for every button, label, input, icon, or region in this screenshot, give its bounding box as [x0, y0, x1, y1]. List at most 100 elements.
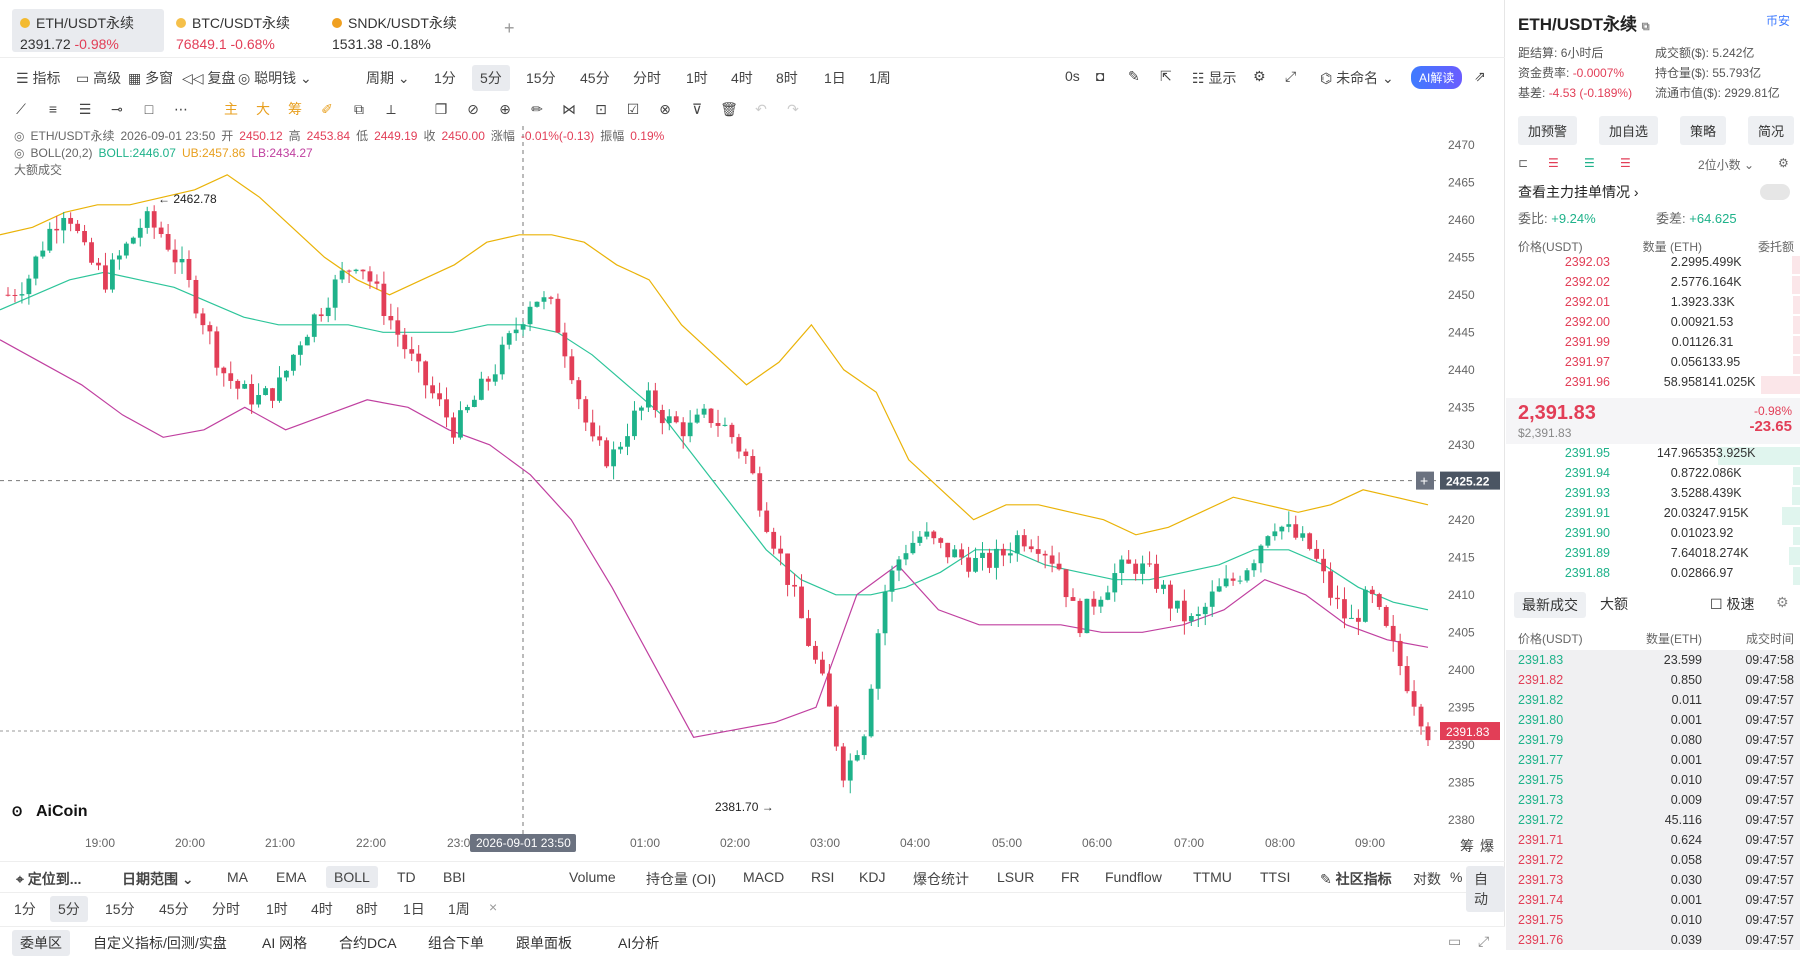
ind-fr[interactable]: FR: [1061, 869, 1080, 885]
advanced-button[interactable]: ▭ 高级: [76, 68, 121, 88]
delete-icon[interactable]: 🗑: [720, 100, 738, 118]
percent-toggle[interactable]: %: [1450, 869, 1462, 885]
ind-ttmu[interactable]: TTMU: [1193, 869, 1232, 885]
interval-1d[interactable]: 1日: [824, 68, 846, 88]
tab-eth[interactable]: ETH/USDT永续 2391.72 -0.98%: [12, 9, 164, 52]
ind-macd[interactable]: MACD: [743, 869, 784, 885]
measure-icon[interactable]: ⟂: [382, 100, 400, 118]
book-row[interactable]: 2392.01 1.392 3.33K: [1506, 295, 1800, 315]
book-settings-icon[interactable]: ⚙: [1778, 156, 1789, 170]
log-toggle[interactable]: 对数: [1413, 869, 1441, 889]
book-both-icon[interactable]: ☰: [1548, 156, 1559, 170]
book-row[interactable]: 2392.03 2.299 5.499K: [1506, 255, 1800, 275]
horizontal-line-icon[interactable]: ⊸: [108, 100, 126, 118]
link-icon[interactable]: ⊗: [656, 100, 674, 118]
add-alert-button[interactable]: 加预警: [1518, 116, 1578, 145]
bottom-interval-1m[interactable]: 1分: [14, 899, 36, 919]
interval-5m[interactable]: 5分: [472, 65, 510, 91]
ind-bbi[interactable]: BBI: [443, 869, 466, 885]
tab-ai-grid[interactable]: AI 网格: [262, 933, 307, 953]
ind-lsur[interactable]: LSUR: [997, 869, 1034, 885]
ind-kdj[interactable]: KDJ: [859, 869, 885, 885]
interval-15m[interactable]: 15分: [526, 68, 556, 88]
price-chart[interactable]: 2470 2465 2460 2455 2450 2445 2440 2435 2430 2425…: [0, 126, 1505, 861]
copy-icon[interactable]: ⧉: [350, 100, 368, 118]
add-watchlist-button[interactable]: 加自选: [1598, 116, 1658, 145]
camera-icon[interactable]: ◘: [1096, 68, 1104, 84]
layers-icon[interactable]: ❐: [432, 100, 450, 118]
book-row[interactable]: 2391.90 0.010 23.92: [1506, 526, 1800, 546]
bottom-interval-45m[interactable]: 45分: [159, 899, 189, 919]
edit-icon[interactable]: ☑: [624, 100, 642, 118]
fullscreen-icon[interactable]: ⤢: [1285, 68, 1296, 85]
tab-copy-trade[interactable]: 跟单面板: [516, 933, 572, 953]
layout-dropdown[interactable]: ⌬ 未命名 ⌄: [1320, 68, 1394, 88]
display-button[interactable]: ☷ 显示: [1192, 68, 1236, 88]
book-row[interactable]: 2392.02 2.577 6.164K: [1506, 275, 1800, 295]
tab-contract-dca[interactable]: 合约DCA: [339, 933, 397, 953]
tab-btc[interactable]: BTC/USDT永续 76849.1 -0.68%: [168, 9, 318, 52]
community-indicators-button[interactable]: ✎ 社区指标: [1320, 869, 1392, 889]
book-row[interactable]: 2391.97 0.056 133.95: [1506, 355, 1800, 375]
copy-icon[interactable]: ⧉: [1642, 21, 1650, 33]
indicators-button[interactable]: ☰ 指标: [16, 68, 60, 88]
tab-latest-trades[interactable]: 最新成交: [1514, 592, 1586, 618]
ind-volume[interactable]: Volume: [569, 869, 616, 885]
add-tab-icon[interactable]: +: [504, 18, 515, 39]
expand-icon[interactable]: ⇱: [1160, 68, 1172, 85]
hlines-icon[interactable]: ≡: [44, 100, 62, 118]
ind-boll[interactable]: BOLL: [326, 866, 378, 888]
interval-1m[interactable]: 1分: [434, 68, 456, 88]
ind-ttsi[interactable]: TTSI: [1260, 869, 1290, 885]
share-icon[interactable]: ⇗: [1474, 68, 1486, 85]
tab-ai-analysis[interactable]: AI分析: [618, 933, 659, 953]
period-dropdown[interactable]: 周期 ⌄: [366, 68, 410, 88]
interval-1h[interactable]: 1时: [686, 68, 708, 88]
bottom-interval-5m[interactable]: 5分: [50, 896, 88, 922]
big-tool-icon[interactable]: 大: [254, 100, 272, 118]
ind-ma[interactable]: MA: [227, 869, 248, 885]
tab-combo-order[interactable]: 组合下单: [428, 933, 484, 953]
tab-large-trades[interactable]: 大额: [1600, 594, 1628, 614]
ai-explain-button[interactable]: AI解读: [1411, 66, 1463, 89]
interval-8h[interactable]: 8时: [776, 68, 798, 88]
exchange-link[interactable]: 币安: [1766, 12, 1790, 29]
ind-rsi[interactable]: RSI: [811, 869, 834, 885]
fast-mode-checkbox[interactable]: ☐ 极速: [1710, 594, 1754, 614]
bottom-interval-4h[interactable]: 4时: [311, 899, 333, 919]
magnet-icon[interactable]: ⋈: [560, 100, 578, 118]
bottom-interval-15m[interactable]: 15分: [105, 899, 135, 919]
book-row[interactable]: 2391.94 0.872 2.086K: [1506, 466, 1800, 486]
chip-tool-icon[interactable]: 筹: [286, 100, 304, 118]
book-row[interactable]: 2391.96 58.958 141.025K: [1506, 375, 1800, 395]
main-tool-icon[interactable]: 主: [222, 100, 240, 118]
filter-icon[interactable]: ⊽: [688, 100, 706, 118]
ray-icon[interactable]: ⋯: [172, 100, 190, 118]
date-range-dropdown[interactable]: 日期范围 ⌄: [122, 869, 194, 889]
bottom-interval-1h[interactable]: 1时: [266, 899, 288, 919]
book-row[interactable]: 2392.00 0.009 21.53: [1506, 315, 1800, 335]
tab-sndk[interactable]: SNDK/USDT永续 1531.38 -0.18%: [324, 9, 484, 52]
tab-order-area[interactable]: 委单区: [12, 930, 70, 956]
strategy-button[interactable]: 策略: [1679, 116, 1726, 145]
book-row[interactable]: 2391.93 3.528 8.439K: [1506, 486, 1800, 506]
trade-settings-icon[interactable]: ⚙: [1776, 594, 1789, 611]
main-orders-link[interactable]: 查看主力挂单情况 ›: [1518, 182, 1639, 202]
interval-timeline[interactable]: 分时: [633, 68, 661, 88]
book-view-icon[interactable]: ⊏: [1518, 156, 1528, 170]
pen-icon[interactable]: ✎: [1128, 68, 1140, 85]
bottom-interval-timeline[interactable]: 分时: [212, 899, 240, 919]
ind-fundflow[interactable]: Fundflow: [1105, 869, 1162, 885]
rectangle-icon[interactable]: □: [140, 100, 158, 118]
interval-45m[interactable]: 45分: [580, 68, 610, 88]
book-row[interactable]: 2391.89 7.640 18.274K: [1506, 546, 1800, 566]
interval-4h[interactable]: 4时: [731, 68, 753, 88]
bottom-interval-1d[interactable]: 1日: [403, 899, 425, 919]
book-row[interactable]: 2391.95 147.965 353.925K: [1506, 446, 1800, 466]
ind-td[interactable]: TD: [397, 869, 416, 885]
ind-liquidation[interactable]: 爆仓统计: [913, 869, 969, 889]
ind-ema[interactable]: EMA: [276, 869, 306, 885]
channel-icon[interactable]: ☰: [76, 100, 94, 118]
ruler-icon[interactable]: ⊘: [464, 100, 482, 118]
book-asks-icon[interactable]: ☰: [1620, 156, 1631, 170]
